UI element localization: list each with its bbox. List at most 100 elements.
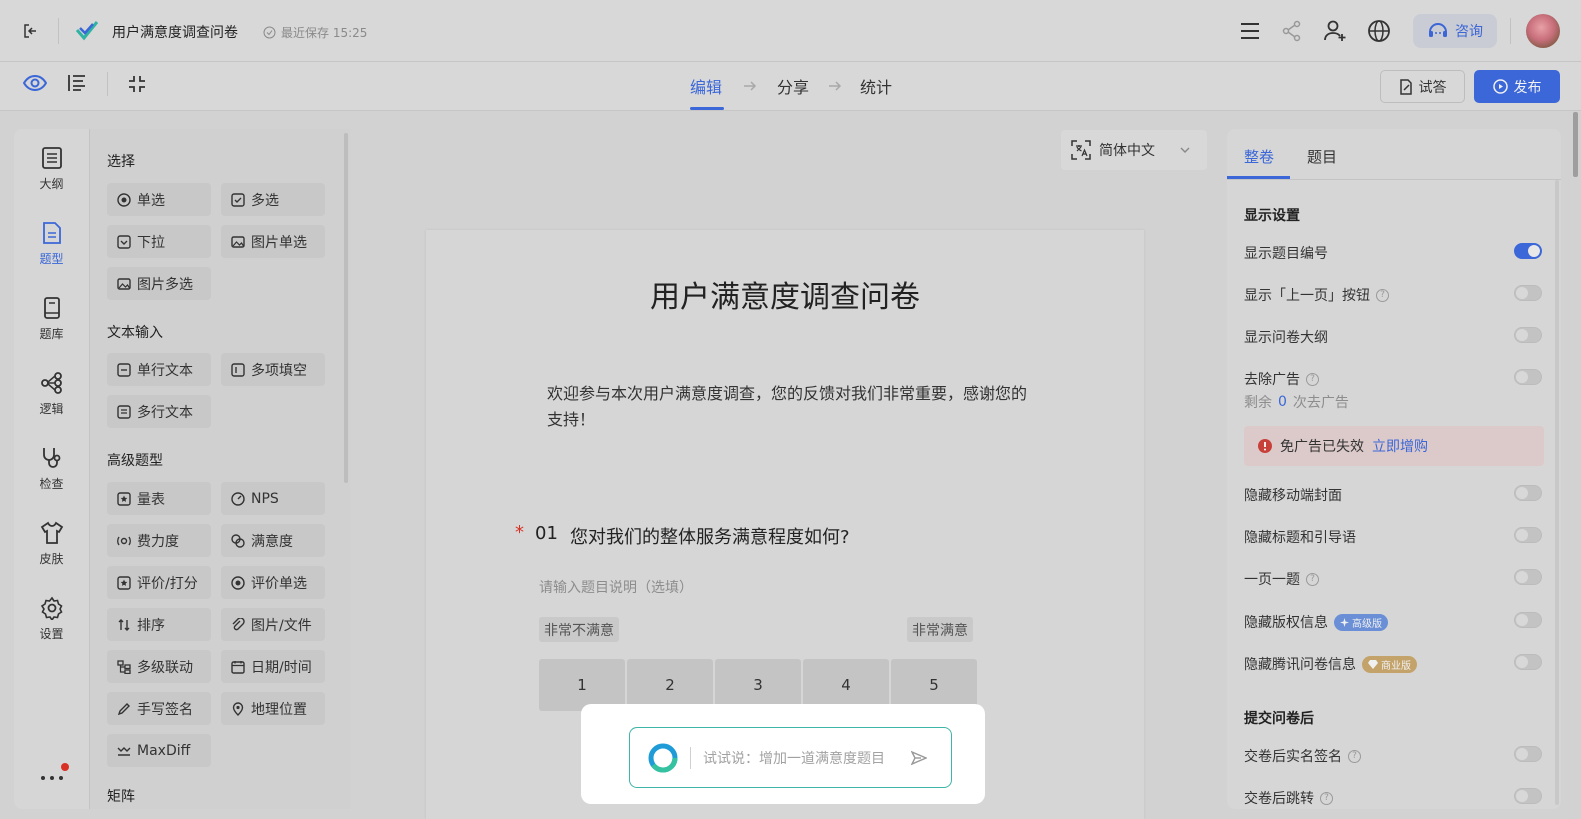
question-description-input[interactable]: 请输入题目说明（选填） xyxy=(539,577,693,597)
ai-prompt-input[interactable]: 试试说：增加一道满意度题目 xyxy=(629,727,952,788)
help-icon[interactable]: ? xyxy=(1376,288,1389,302)
divider xyxy=(1510,18,1511,44)
outline-list-icon[interactable] xyxy=(67,74,87,92)
question-type-icon xyxy=(42,222,61,244)
multi-fill-icon xyxy=(231,362,245,377)
type-multi-fill[interactable]: 多项填空 xyxy=(221,353,325,386)
step-edit[interactable]: 编辑 xyxy=(690,74,722,98)
type-image-multi[interactable]: 图片多选 xyxy=(107,267,211,300)
help-icon[interactable]: ? xyxy=(1306,372,1319,386)
type-signature[interactable]: 手写签名 xyxy=(107,692,211,725)
rail-settings[interactable]: 设置 xyxy=(14,596,89,642)
toggle-hide-cover[interactable] xyxy=(1514,485,1542,501)
add-collaborator-icon[interactable] xyxy=(1323,19,1347,43)
question-title[interactable]: 您对我们的整体服务满意程度如何? xyxy=(570,523,850,549)
type-multi-line[interactable]: 多行文本 xyxy=(107,395,211,428)
help-icon[interactable]: ? xyxy=(1306,572,1319,586)
type-datetime[interactable]: 日期/时间 xyxy=(221,650,325,683)
survey-intro[interactable]: 欢迎参与本次用户满意度调查，您的反馈对我们非常重要，感谢您的支持！ xyxy=(547,381,1027,433)
toggle-hide-title[interactable] xyxy=(1514,527,1542,543)
buy-more-link[interactable]: 立即增购 xyxy=(1372,436,1428,456)
tab-whole-survey[interactable]: 整卷 xyxy=(1244,146,1274,167)
type-single-choice[interactable]: 单选 xyxy=(107,183,211,216)
section-matrix: 矩阵 xyxy=(107,789,135,805)
type-single-line[interactable]: 单行文本 xyxy=(107,353,211,386)
toggle-show-prev[interactable] xyxy=(1514,285,1542,301)
divider xyxy=(107,72,108,96)
toggle-one-per-page[interactable] xyxy=(1514,569,1542,585)
language-select[interactable]: 简体中文 xyxy=(1061,130,1207,170)
type-sort[interactable]: 排序 xyxy=(107,608,211,641)
textarea-icon xyxy=(117,404,131,419)
type-rating[interactable]: 评价/打分 xyxy=(107,566,211,599)
setting-hide-tencent: 隐藏腾讯问卷信息 商业版 xyxy=(1244,654,1417,674)
step-stats[interactable]: 统计 xyxy=(860,74,892,98)
setting-hide-title: 隐藏标题和引导语 xyxy=(1244,530,1356,546)
toggle-hide-tencent[interactable] xyxy=(1514,654,1542,670)
toggle-show-number[interactable] xyxy=(1514,243,1542,259)
survey-title[interactable]: 用户满意度调查问卷 xyxy=(426,272,1144,316)
type-nps[interactable]: NPS xyxy=(221,482,325,515)
stethoscope-icon xyxy=(42,448,60,468)
type-multi-choice[interactable]: 多选 xyxy=(221,183,325,216)
check-circle-icon xyxy=(263,26,276,39)
rail-logic[interactable]: 逻辑 xyxy=(14,371,89,417)
toggle-jump[interactable] xyxy=(1514,788,1542,804)
exit-icon[interactable] xyxy=(22,22,40,40)
type-file[interactable]: 图片/文件 xyxy=(221,608,325,641)
collapse-icon[interactable] xyxy=(128,75,146,93)
types-scrollbar[interactable] xyxy=(344,133,348,483)
section-advanced: 高级题型 xyxy=(107,453,163,469)
publish-button[interactable]: 发布 xyxy=(1474,70,1560,103)
arrow-right-icon xyxy=(743,80,757,92)
help-icon[interactable]: ? xyxy=(1320,791,1333,805)
gear-icon xyxy=(40,596,63,620)
required-mark: * xyxy=(515,522,524,543)
tab-question[interactable]: 题目 xyxy=(1307,146,1337,167)
type-maxdiff[interactable]: MaxDiff xyxy=(107,734,211,767)
type-cascade[interactable]: 多级联动 xyxy=(107,650,211,683)
globe-icon[interactable] xyxy=(1367,19,1391,43)
more-icon[interactable] xyxy=(40,775,64,781)
send-icon[interactable] xyxy=(911,750,927,766)
toggle-real-name[interactable] xyxy=(1514,746,1542,762)
help-icon[interactable]: ? xyxy=(1348,749,1361,763)
step-active-indicator xyxy=(690,107,724,110)
try-answer-button[interactable]: 试答 xyxy=(1380,70,1465,103)
toggle-hide-copyright[interactable] xyxy=(1514,612,1542,628)
type-effort[interactable]: 费力度 xyxy=(107,524,211,557)
outline-icon xyxy=(41,147,62,169)
type-rating-single[interactable]: 评价单选 xyxy=(221,566,325,599)
rail-question-types[interactable]: 题型 xyxy=(14,221,89,267)
setting-hide-copyright: 隐藏版权信息 高级版 xyxy=(1244,612,1388,632)
rail-skin[interactable]: 皮肤 xyxy=(14,521,89,567)
toggle-remove-ads[interactable] xyxy=(1514,369,1542,385)
play-circle-icon xyxy=(1492,79,1508,94)
rail-check[interactable]: 检查 xyxy=(14,446,89,492)
type-satisfaction[interactable]: 满意度 xyxy=(221,524,325,557)
consult-button[interactable]: 咨询 xyxy=(1413,14,1497,48)
preview-eye-icon[interactable] xyxy=(23,74,47,92)
type-image-single[interactable]: 图片单选 xyxy=(221,225,325,258)
share-icon[interactable] xyxy=(1281,20,1303,42)
avatar[interactable] xyxy=(1526,14,1560,48)
setting-show-outline: 显示问卷大纲 xyxy=(1244,330,1328,346)
notification-dot xyxy=(61,763,69,771)
rail-outline[interactable]: 大纲 xyxy=(14,146,89,192)
shirt-icon xyxy=(40,521,63,544)
scale-low-label[interactable]: 非常不满意 xyxy=(539,617,619,642)
maxdiff-icon xyxy=(117,746,131,756)
scale-high-label[interactable]: 非常满意 xyxy=(907,617,973,642)
step-share[interactable]: 分享 xyxy=(777,74,809,98)
settings-scrollbar[interactable] xyxy=(1555,180,1559,805)
type-scale[interactable]: 量表 xyxy=(107,482,211,515)
page-scrollbar[interactable] xyxy=(1573,112,1578,177)
ai-assistant-icon xyxy=(648,743,678,772)
survey-title-header[interactable]: 用户满意度调查问卷 xyxy=(112,22,238,42)
rail-question-bank[interactable]: 题库 xyxy=(14,296,89,342)
type-location[interactable]: 地理位置 xyxy=(221,692,325,725)
type-dropdown[interactable]: 下拉 xyxy=(107,225,211,258)
toggle-show-outline[interactable] xyxy=(1514,327,1542,343)
setting-show-number: 显示题目编号 xyxy=(1244,246,1328,262)
menu-icon[interactable] xyxy=(1239,20,1261,42)
